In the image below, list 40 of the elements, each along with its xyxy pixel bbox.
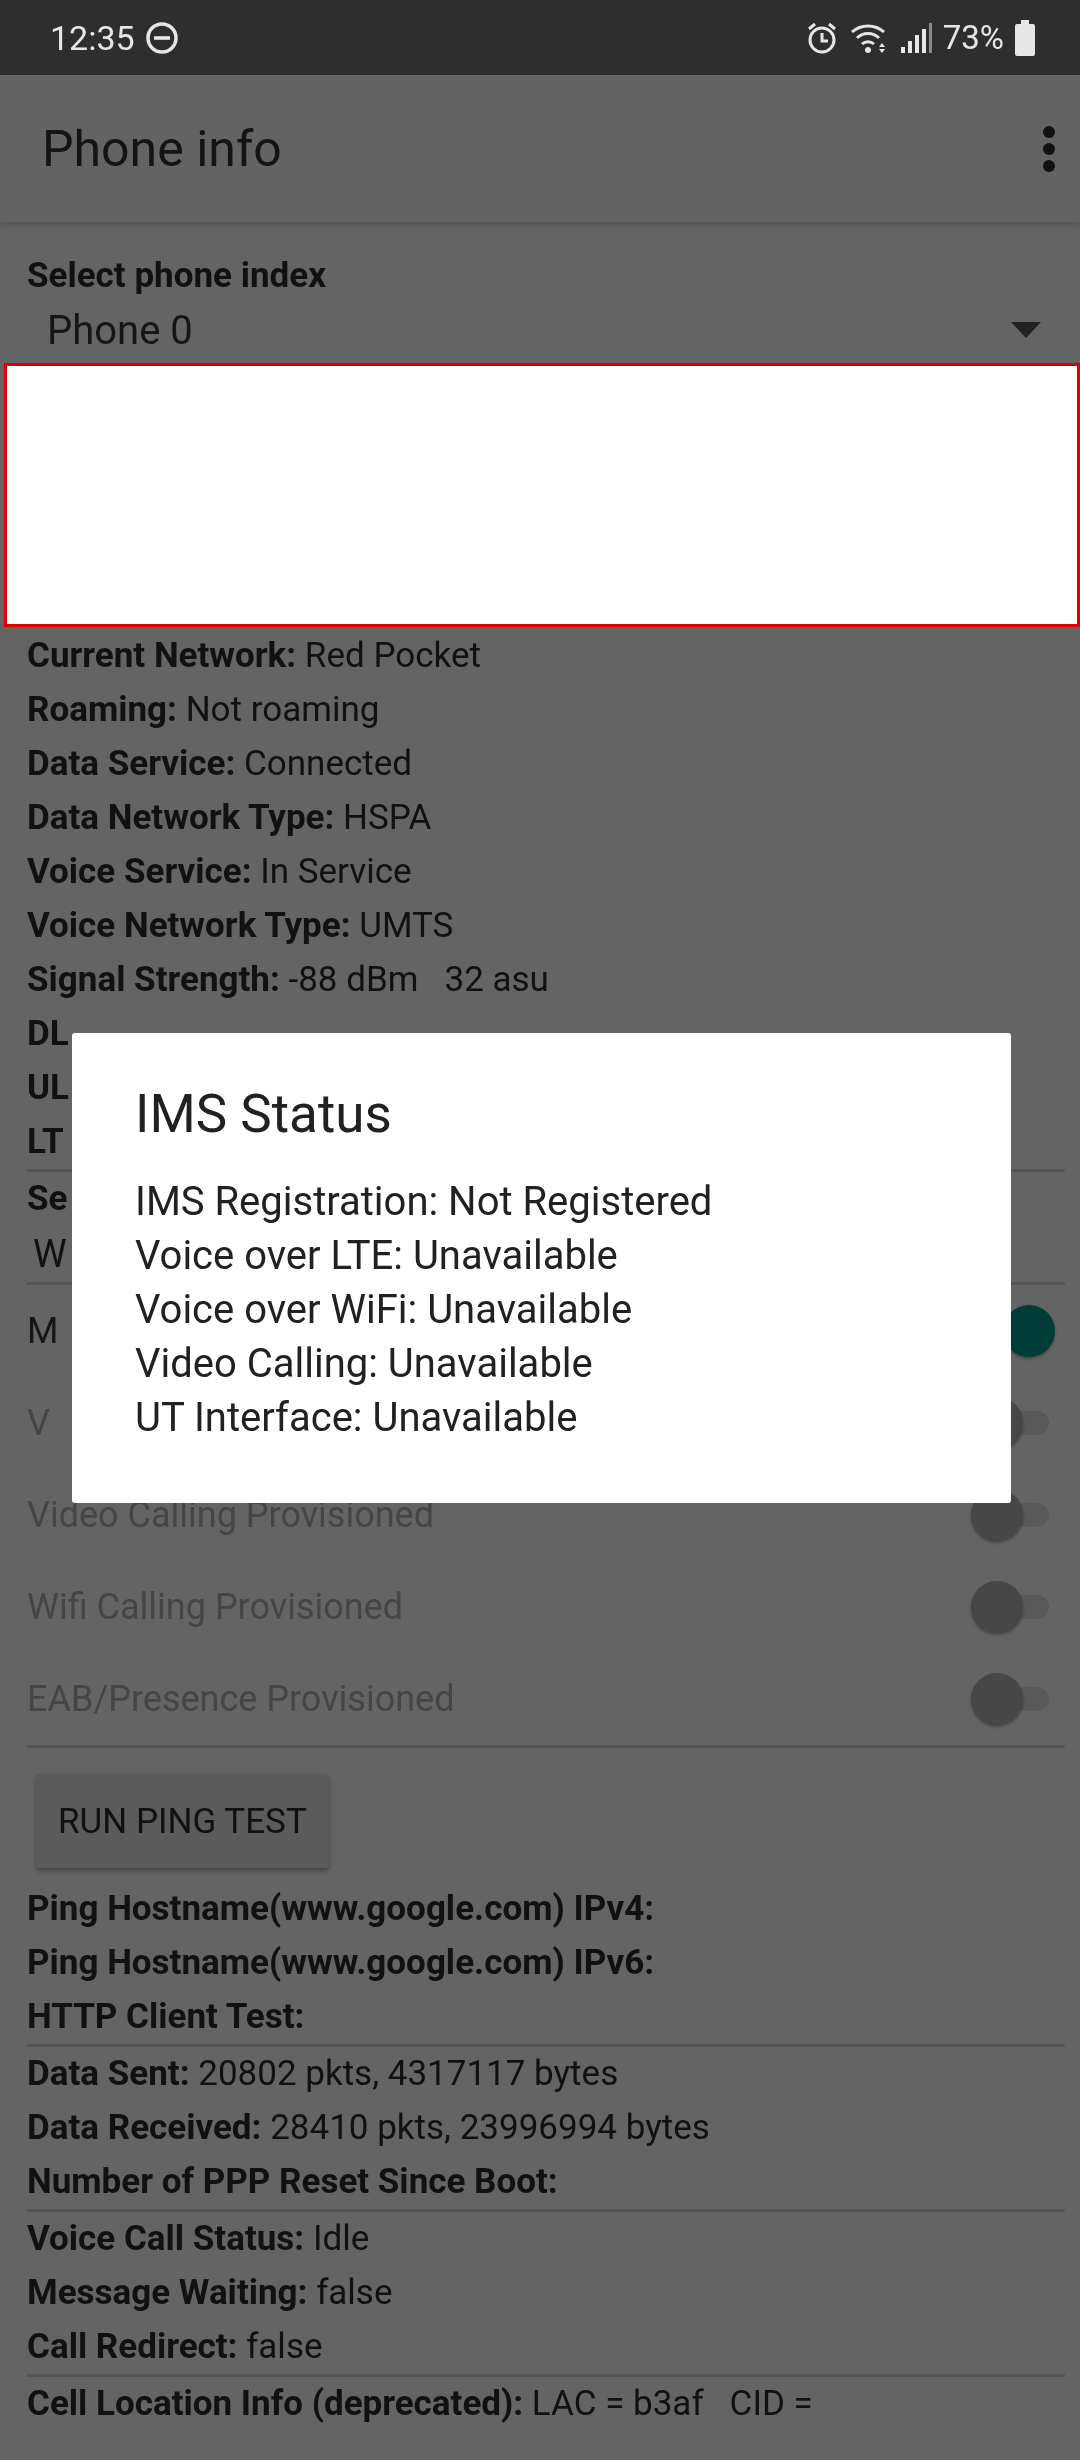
battery-icon bbox=[1014, 19, 1036, 56]
clock-time: 12:35 bbox=[50, 17, 135, 58]
info-text: HTTP Client Test: bbox=[27, 1996, 305, 2037]
info-text: Number of PPP Reset Since Boot: bbox=[27, 2161, 558, 2202]
screen-title: Phone info bbox=[42, 119, 282, 178]
info-text: Voice Call Status: Idle bbox=[27, 2218, 370, 2259]
info-text: Cell Location Info (deprecated): LAC = b3af CID = bbox=[27, 2383, 813, 2424]
network-type-dropdown[interactable]: W bbox=[33, 1232, 67, 1276]
dialog-text: IMS Registration: Not Registered bbox=[135, 1177, 714, 1227]
dialog-title: IMS Status bbox=[135, 1083, 393, 1147]
dialog-text: Voice over LTE: Unavailable bbox=[135, 1231, 619, 1281]
info-text: Message Waiting: false bbox=[27, 2272, 393, 2313]
info-text: Data Network Type: HSPA bbox=[27, 797, 432, 838]
dialog-text: Voice over WiFi: Unavailable bbox=[135, 1285, 634, 1335]
info-text: Data Sent: 20802 pkts, 4317117 bytes bbox=[27, 2053, 619, 2094]
info-text: Data Received: 28410 pkts, 23996994 bytes bbox=[27, 2107, 710, 2148]
info-text: Signal Strength: -88 dBm 32 asu bbox=[27, 959, 549, 1000]
info-text: UL bbox=[27, 1067, 69, 1108]
info-text: Ping Hostname(www.google.com) IPv4: bbox=[27, 1888, 655, 1929]
more-menu-icon[interactable] bbox=[1042, 124, 1056, 173]
run-ping-test-button[interactable]: RUN PING TEST bbox=[36, 1774, 329, 1868]
battery-percentage: 73% bbox=[942, 18, 1004, 57]
switch-label: M bbox=[27, 1310, 59, 1352]
info-text: LT bbox=[27, 1121, 64, 1162]
phone-index-dropdown[interactable]: Phone 0 bbox=[27, 301, 1065, 359]
network-type-label: Se bbox=[27, 1178, 68, 1219]
info-text: Voice Network Type: UMTS bbox=[27, 905, 454, 946]
info-text: Roaming: Not roaming bbox=[27, 689, 380, 730]
info-text: Data Service: Connected bbox=[27, 743, 413, 784]
info-text: DL bbox=[27, 1013, 69, 1054]
info-text: Call Redirect: false bbox=[27, 2326, 323, 2367]
dropdown-arrow-icon bbox=[1011, 322, 1041, 338]
signal-icon bbox=[898, 20, 933, 55]
phone-index-label: Select phone index bbox=[27, 254, 327, 298]
info-text: Current Network: Red Pocket bbox=[27, 635, 481, 676]
dialog-text: Video Calling: Unavailable bbox=[135, 1339, 594, 1389]
info-text: Ping Hostname(www.google.com) IPv6: bbox=[27, 1942, 655, 1983]
do-not-disturb-icon bbox=[144, 20, 179, 55]
dialog-text: UT Interface: Unavailable bbox=[135, 1393, 579, 1443]
info-text: Voice Service: In Service bbox=[27, 851, 412, 892]
